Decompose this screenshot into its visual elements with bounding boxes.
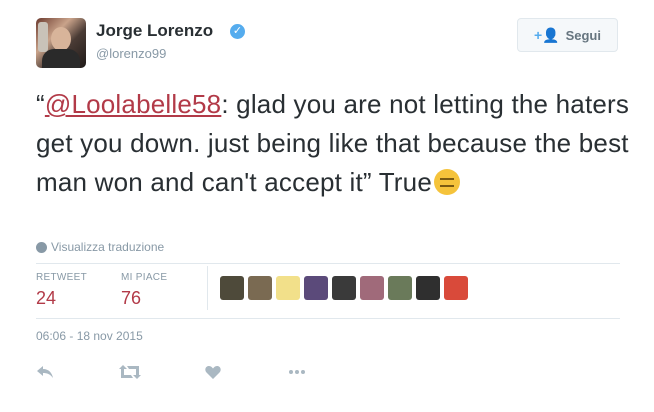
verified-badge-icon: ✓ — [230, 24, 245, 39]
avatar-body — [42, 49, 80, 68]
reply-icon — [37, 366, 53, 378]
author-name[interactable]: Jorge Lorenzo — [96, 21, 213, 41]
expressionless-face-emoji — [434, 169, 460, 195]
follow-button-label: Segui — [565, 27, 601, 43]
likes-count: 76 — [121, 288, 142, 308]
liker-avatar[interactable] — [220, 276, 244, 300]
liker-avatar[interactable] — [276, 276, 300, 300]
author-handle[interactable]: @lorenzo99 — [96, 46, 166, 61]
liker-avatar[interactable] — [360, 276, 384, 300]
heart-icon — [205, 365, 221, 379]
liker-avatar[interactable] — [444, 276, 468, 300]
retweet-button[interactable] — [119, 362, 141, 382]
like-button[interactable] — [205, 362, 221, 382]
mention-link[interactable]: @Loolabelle58 — [45, 89, 221, 119]
tweet-text: “@Loolabelle58: glad you are not letting… — [36, 85, 636, 202]
globe-icon — [36, 241, 47, 253]
open-quote: “ — [36, 89, 45, 119]
avatar-face — [51, 27, 71, 51]
add-user-icon: +👤 — [533, 26, 560, 43]
liker-avatars — [220, 276, 468, 300]
stats-separator — [207, 266, 208, 310]
retweet-icon — [119, 365, 141, 379]
likes-label: MI PIACE — [121, 272, 168, 283]
more-button[interactable] — [288, 362, 306, 382]
translate-label: Visualizza traduzione — [51, 240, 165, 254]
reply-button[interactable] — [36, 362, 54, 382]
timestamp[interactable]: 06:06 - 18 nov 2015 — [36, 329, 143, 343]
avatar[interactable] — [36, 18, 86, 68]
follow-button[interactable]: +👤 Segui — [517, 18, 618, 52]
retweet-count: 24 — [36, 288, 57, 308]
liker-avatar[interactable] — [304, 276, 328, 300]
liker-avatar[interactable] — [388, 276, 412, 300]
more-icon — [289, 370, 305, 374]
translate-link[interactable]: Visualizza traduzione — [36, 240, 164, 254]
retweet-stat[interactable]: RETWEET 24 — [36, 272, 87, 309]
likes-stat[interactable]: MI PIACE 76 — [121, 272, 167, 309]
liker-avatar[interactable] — [416, 276, 440, 300]
divider-bottom — [36, 318, 620, 319]
divider-top — [36, 263, 620, 264]
liker-avatar[interactable] — [248, 276, 272, 300]
liker-avatar[interactable] — [332, 276, 356, 300]
avatar-trophy — [38, 22, 48, 52]
retweet-label: RETWEET — [36, 272, 87, 283]
